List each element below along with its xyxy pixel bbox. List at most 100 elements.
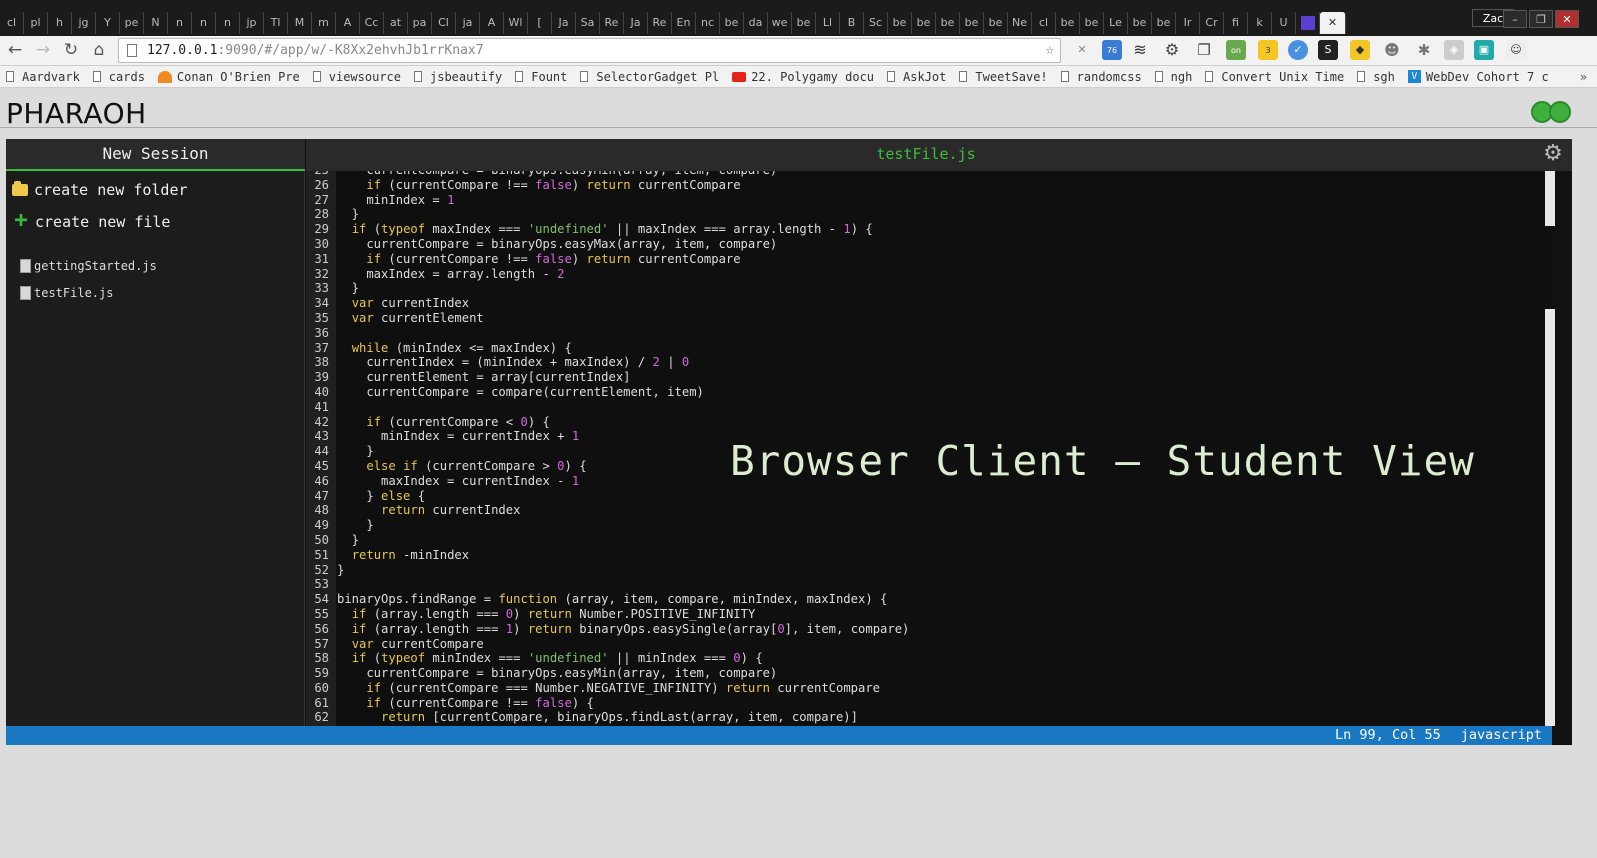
bookmark-item[interactable]: Fount bbox=[509, 66, 574, 87]
back-button[interactable]: ← bbox=[4, 39, 26, 61]
bookmark-item[interactable]: TweetSave! bbox=[953, 66, 1054, 87]
browser-tab[interactable]: be bbox=[888, 12, 912, 34]
browser-tab[interactable]: be bbox=[720, 12, 744, 34]
bookmark-item[interactable]: Conan O'Brien Pre bbox=[152, 66, 307, 87]
language-mode[interactable]: javascript bbox=[1461, 726, 1542, 745]
browser-tab[interactable]: Cc bbox=[360, 12, 384, 34]
on-extension-icon[interactable]: on bbox=[1226, 40, 1246, 60]
window-extension-icon[interactable]: ❐ bbox=[1194, 40, 1214, 60]
forward-button[interactable]: → bbox=[32, 39, 54, 61]
browser-tab[interactable]: Le bbox=[1104, 12, 1128, 34]
editor-scrollbar[interactable] bbox=[1545, 171, 1555, 726]
bookmark-item[interactable]: viewsource bbox=[307, 66, 408, 87]
browser-tab[interactable]: be bbox=[1152, 12, 1176, 34]
browser-tab[interactable]: En bbox=[672, 12, 696, 34]
browser-tab[interactable]: Ja bbox=[552, 12, 576, 34]
browser-tab[interactable]: Wl bbox=[504, 12, 528, 34]
bookmark-item[interactable]: randomcss bbox=[1055, 66, 1149, 87]
bookmark-item[interactable]: AskJot bbox=[881, 66, 953, 87]
browser-tab[interactable]: Re bbox=[600, 12, 624, 34]
browser-tab[interactable]: ja bbox=[456, 12, 480, 34]
browser-tab[interactable]: be bbox=[912, 12, 936, 34]
close-window-button[interactable]: ✕ bbox=[1555, 10, 1579, 28]
owl-extension-icon[interactable]: ☻ bbox=[1382, 40, 1402, 60]
browser-tab[interactable]: Cl bbox=[432, 12, 456, 34]
browser-tab[interactable]: be bbox=[960, 12, 984, 34]
browser-tab[interactable]: nc bbox=[696, 12, 720, 34]
browser-tab[interactable]: Y bbox=[96, 12, 120, 34]
bookmark-star-icon[interactable]: ☆ bbox=[1046, 39, 1054, 62]
bookmark-item[interactable]: V WebDev Cohort 7 c bbox=[1402, 66, 1556, 87]
file-item-test-file[interactable]: testFile.js bbox=[20, 286, 113, 300]
browser-tab[interactable]: n bbox=[192, 12, 216, 34]
browser-tab[interactable]: M bbox=[288, 12, 312, 34]
browser-tab[interactable]: Cr bbox=[1200, 12, 1224, 34]
browser-tab[interactable]: k bbox=[1248, 12, 1272, 34]
browser-tab[interactable]: Ja bbox=[624, 12, 648, 34]
bookmark-item[interactable]: sgh bbox=[1351, 66, 1402, 87]
bookmark-item[interactable]: cards bbox=[87, 66, 152, 87]
reload-button[interactable]: ↻ bbox=[60, 39, 82, 61]
browser-tab[interactable]: cl bbox=[1032, 12, 1056, 34]
browser-tab[interactable]: m bbox=[312, 12, 336, 34]
bookmark-item[interactable]: 22. Polygamy docu bbox=[726, 66, 881, 87]
v-extension-icon[interactable]: ✓ bbox=[1288, 40, 1308, 60]
star-extension-icon[interactable]: 3 bbox=[1258, 40, 1278, 60]
browser-tab[interactable]: pe bbox=[120, 12, 144, 34]
create-folder-button[interactable]: create new folder bbox=[12, 181, 188, 199]
extension-badge-icon[interactable]: 76 bbox=[1102, 40, 1122, 60]
users-icon[interactable] bbox=[1531, 101, 1571, 123]
scrollbar-thumb-lower[interactable] bbox=[1545, 309, 1555, 726]
layers-icon[interactable]: ≋ bbox=[1130, 40, 1150, 60]
browser-tab[interactable]: pl bbox=[24, 12, 48, 34]
editor-tab-testfile[interactable]: testFile.js bbox=[306, 139, 1546, 169]
browser-tab[interactable]: n bbox=[168, 12, 192, 34]
browser-tab[interactable]: da bbox=[744, 12, 768, 34]
create-file-button[interactable]: + create new file bbox=[12, 210, 170, 232]
browser-tab[interactable]: at bbox=[384, 12, 408, 34]
browser-tab[interactable]: be bbox=[1056, 12, 1080, 34]
bookmark-item[interactable]: SelectorGadget Pl bbox=[574, 66, 726, 87]
browser-tab[interactable]: Ll bbox=[816, 12, 840, 34]
browser-tab[interactable]: [ bbox=[528, 12, 552, 34]
browser-tab[interactable]: Tl bbox=[264, 12, 288, 34]
browser-tab[interactable]: jp bbox=[240, 12, 264, 34]
browser-tab[interactable]: A bbox=[480, 12, 504, 34]
browser-tab[interactable]: Sa bbox=[576, 12, 600, 34]
browser-tab[interactable]: Re bbox=[648, 12, 672, 34]
browser-tab[interactable]: jg bbox=[72, 12, 96, 34]
browser-tab[interactable]: be bbox=[1080, 12, 1104, 34]
minimize-button[interactable]: – bbox=[1503, 10, 1527, 28]
teal-extension-icon[interactable]: ▣ bbox=[1474, 40, 1494, 60]
browser-tab[interactable]: ✕ bbox=[1320, 12, 1346, 34]
browser-tab[interactable]: be bbox=[1128, 12, 1152, 34]
browser-tab[interactable]: n bbox=[216, 12, 240, 34]
browser-tab[interactable]: cl bbox=[0, 12, 24, 34]
browser-tab[interactable] bbox=[1296, 12, 1320, 34]
new-session-tab[interactable]: New Session bbox=[6, 139, 305, 171]
browser-tab[interactable]: we bbox=[768, 12, 792, 34]
browser-tab[interactable]: U bbox=[1272, 12, 1296, 34]
maximize-button[interactable]: ❐ bbox=[1529, 10, 1553, 28]
bookmarks-overflow-icon[interactable]: » bbox=[1580, 66, 1587, 87]
browser-tab[interactable]: fi bbox=[1224, 12, 1248, 34]
bookmark-item[interactable]: Convert Unix Time bbox=[1199, 66, 1351, 87]
s-extension-icon[interactable]: S bbox=[1318, 40, 1338, 60]
person-extension-icon[interactable]: ☺ bbox=[1506, 40, 1526, 60]
browser-tab[interactable]: h bbox=[48, 12, 72, 34]
box-extension-icon[interactable]: ◆ bbox=[1350, 40, 1370, 60]
bookmark-item[interactable]: ngh bbox=[1149, 66, 1200, 87]
home-button[interactable]: ⌂ bbox=[88, 39, 110, 61]
browser-tab[interactable]: be bbox=[792, 12, 816, 34]
address-bar[interactable]: 127.0.0.1:9090/#/app/w/-K8Xx2ehvhJb1rrKn… bbox=[118, 38, 1061, 63]
bug-extension-icon[interactable]: ✱ bbox=[1414, 40, 1434, 60]
browser-tab[interactable]: be bbox=[984, 12, 1008, 34]
browser-tab[interactable]: B bbox=[840, 12, 864, 34]
pin-icon[interactable]: ✕ bbox=[1072, 40, 1092, 60]
browser-tab[interactable]: pa bbox=[408, 12, 432, 34]
file-item-getting-started[interactable]: gettingStarted.js bbox=[20, 259, 157, 273]
browser-tab[interactable]: Sc bbox=[864, 12, 888, 34]
browser-tab[interactable]: N bbox=[144, 12, 168, 34]
gray-extension-icon[interactable]: ◈ bbox=[1444, 40, 1464, 60]
bookmark-item[interactable]: Aardvark bbox=[0, 66, 87, 87]
